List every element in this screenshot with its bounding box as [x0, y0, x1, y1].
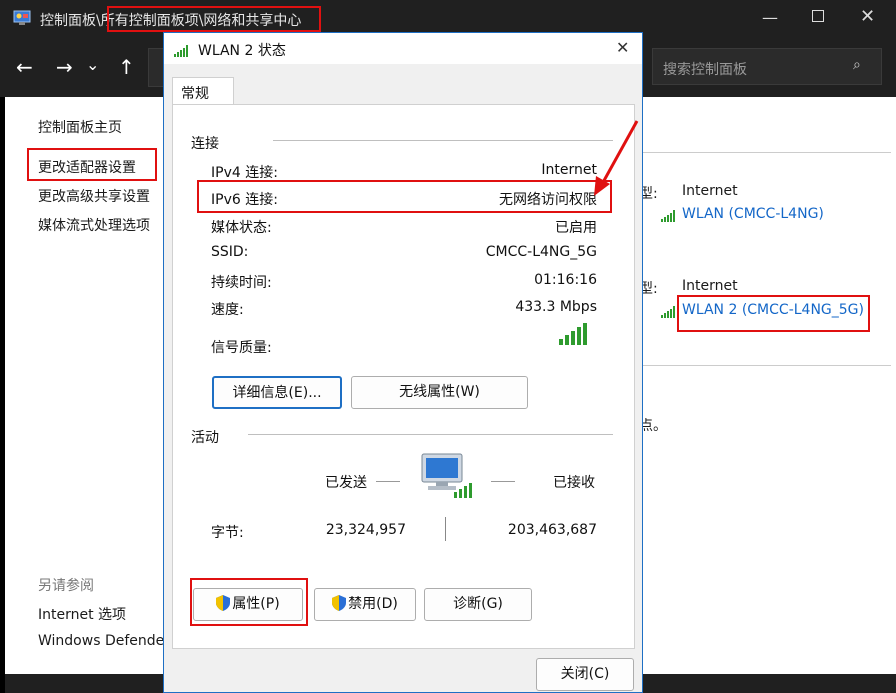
up-arrow-icon[interactable]: ↑ [118, 57, 135, 77]
highlight-breadcrumb [107, 6, 321, 32]
sidebar-advanced-sharing-link[interactable]: 更改高级共享设置 [38, 186, 150, 206]
duration-label: 持续时间: [211, 275, 272, 291]
sent-line [376, 481, 400, 482]
wlan-status-dialog: WLAN 2 状态 ✕ 常规 连接 IPv4 连接: Internet IPv6… [163, 32, 643, 693]
media-state-value: 已启用 [555, 220, 597, 236]
disable-button-label: 禁用(D) [348, 596, 398, 612]
sidebar-media-streaming-link[interactable]: 媒体流式处理选项 [38, 215, 150, 235]
media-state-label: 媒体状态: [211, 220, 272, 236]
windows-defender-link[interactable]: Windows Defende [38, 633, 164, 649]
annotation-arrow-icon [594, 120, 639, 196]
close-window-icon[interactable]: ✕ [860, 6, 875, 27]
network1-connection-link[interactable]: WLAN (CMCC-L4NG) [682, 206, 824, 222]
dialog-close-button[interactable]: 关闭(C) [536, 658, 634, 691]
bytes-label: 字节: [211, 525, 244, 541]
ipv4-label: IPv4 连接: [211, 165, 278, 181]
forward-arrow-icon[interactable]: → [56, 57, 73, 77]
see-also-heading: 另请参阅 [38, 578, 94, 594]
diagnose-button-label: 诊断(G) [453, 596, 503, 612]
search-box[interactable]: 搜索控制面板 ⌕ [652, 48, 882, 85]
network-computer-icon [418, 452, 474, 506]
recent-chevron-icon[interactable]: ⌄ [86, 55, 99, 75]
tab-general[interactable]: 常规 [172, 77, 234, 106]
bytes-divider [445, 517, 446, 541]
sidebar-home-link[interactable]: 控制面板主页 [38, 117, 122, 137]
background-text-fragment: 点。 [639, 418, 667, 434]
dialog-title: WLAN 2 状态 [198, 43, 286, 59]
breadcrumb-prefix: 控制面板\ [40, 13, 101, 29]
search-icon[interactable]: ⌕ [853, 57, 861, 73]
bytes-sent-value: 23,324,957 [325, 522, 406, 538]
control-panel-icon [13, 9, 31, 27]
ssid-value: CMCC-L4NG_5G [485, 244, 597, 260]
maximize-icon[interactable] [812, 10, 824, 22]
divider [641, 152, 891, 153]
dialog-close-button-label: 关闭(C) [560, 666, 610, 682]
wifi-signal-icon [661, 303, 677, 322]
tab-general-label: 常规 [181, 86, 209, 102]
connection-section-heading: 连接 [191, 136, 219, 152]
internet-options-link[interactable]: Internet 选项 [38, 604, 126, 624]
speed-value: 433.3 Mbps [515, 299, 597, 315]
ipv4-value: Internet [541, 162, 597, 178]
back-arrow-icon[interactable]: ← [16, 57, 33, 77]
network1-access-value: Internet [682, 183, 738, 199]
divider [273, 140, 613, 141]
received-label: 已接收 [553, 475, 595, 491]
divider [248, 434, 613, 435]
diagnose-button[interactable]: 诊断(G) [424, 588, 532, 621]
highlight-wlan2-link [677, 295, 870, 332]
highlight-properties-button [190, 578, 308, 626]
disable-button[interactable]: 禁用(D) [314, 588, 416, 621]
bytes-received-value: 203,463,687 [507, 522, 597, 538]
activity-section-heading: 活动 [191, 430, 219, 446]
ssid-label: SSID: [211, 244, 249, 260]
uac-shield-icon [332, 595, 347, 611]
signal-quality-label: 信号质量: [211, 340, 272, 356]
highlight-adapter-settings [27, 148, 157, 181]
search-placeholder: 搜索控制面板 [663, 62, 747, 78]
received-line [491, 481, 515, 482]
divider [641, 365, 891, 366]
wifi-signal-icon [174, 42, 190, 61]
minimize-icon[interactable]: — [762, 8, 778, 27]
details-button-label: 详细信息(E)... [232, 385, 322, 401]
wireless-properties-label: 无线属性(W) [399, 384, 480, 400]
duration-value: 01:16:16 [534, 272, 597, 288]
signal-strength-icon [559, 323, 589, 349]
wifi-signal-icon [661, 207, 677, 226]
dialog-close-icon[interactable]: ✕ [616, 38, 629, 57]
dialog-title-bar: WLAN 2 状态 ✕ [164, 33, 642, 64]
wireless-properties-button[interactable]: 无线属性(W) [351, 376, 528, 409]
speed-label: 速度: [211, 302, 244, 318]
sent-label: 已发送 [325, 475, 367, 491]
highlight-ipv6-row [197, 180, 612, 213]
details-button[interactable]: 详细信息(E)... [212, 376, 342, 409]
network2-access-value: Internet [682, 278, 738, 294]
